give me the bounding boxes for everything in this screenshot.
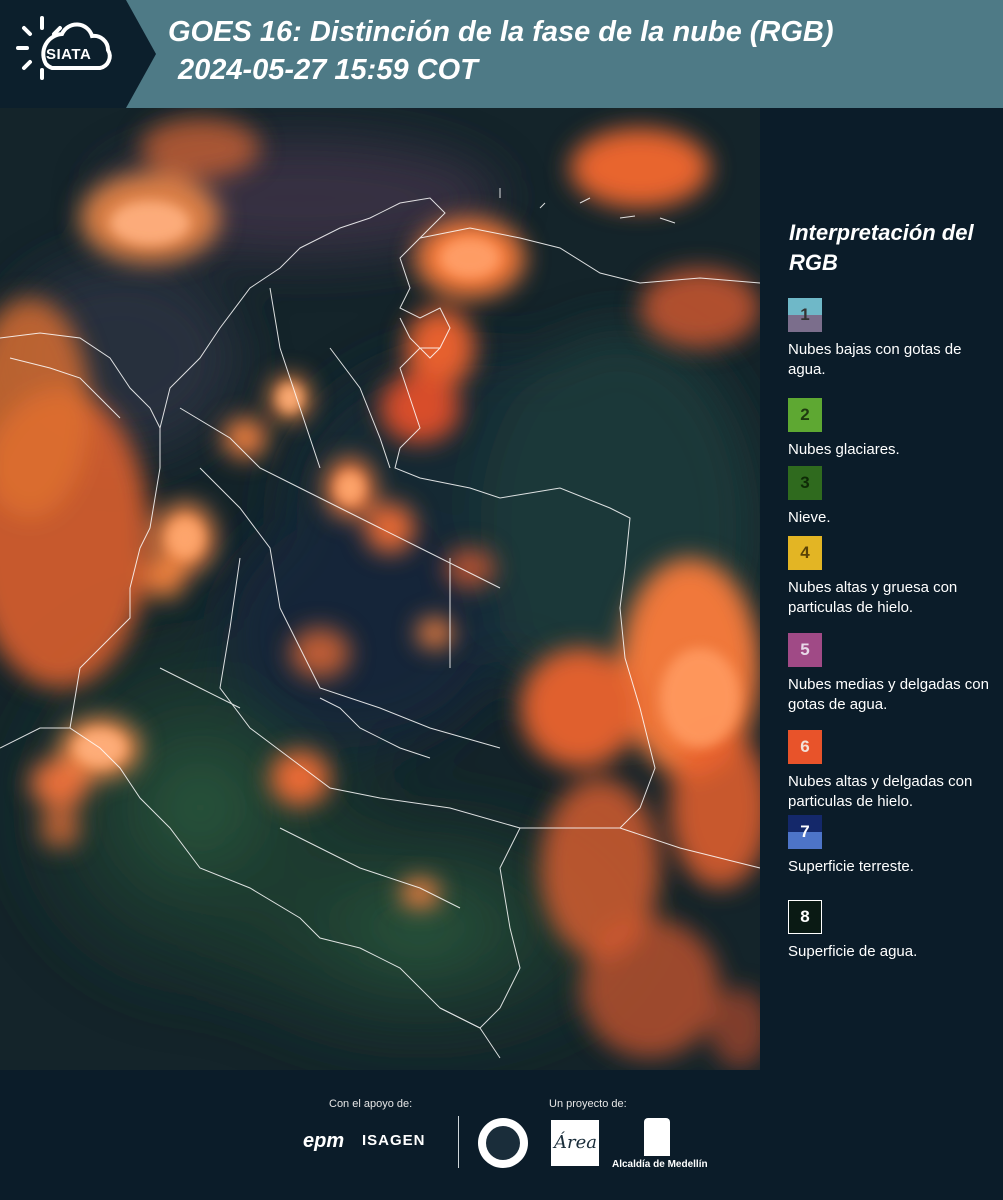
legend-label: Nubes medias y delgadas con gotas de agu…: [788, 676, 989, 713]
legend-item: 4 Nubes altas y gruesa con particulas de …: [788, 536, 998, 618]
legend-label: Superficie de agua.: [788, 943, 918, 960]
legend-item: 8 Superficie de agua.: [788, 900, 998, 962]
legend-swatch: 8: [788, 900, 822, 934]
legend-number: 3: [800, 473, 810, 492]
siata-logo-text: SIATA: [46, 46, 92, 63]
legend-item: 2 Nubes glaciares.: [788, 398, 998, 460]
page-title: GOES 16: Distinción de la fase de la nub…: [168, 16, 834, 48]
epm-logo: epm: [303, 1130, 345, 1152]
legend-swatch: 5: [788, 633, 822, 667]
legend-number: 7: [800, 822, 810, 841]
legend-item: 6 Nubes altas y delgadas con particulas d…: [788, 730, 998, 812]
legend-item: 3 Nieve.: [788, 466, 998, 528]
legend-label: Nubes altas y delgadas con particulas de…: [788, 773, 973, 810]
legend-panel: Interpretación del RGB 1 Nubes bajas con …: [760, 108, 1003, 1070]
support-caption: Con el apoyo de:: [329, 1098, 413, 1110]
alcaldia-logo-text: Alcaldía de Medellín: [612, 1159, 708, 1170]
header-bar: SIATA GOES 16: Distinción de la fase de …: [0, 0, 1003, 108]
legend-number: 5: [800, 640, 810, 659]
legend-swatch: 1: [788, 298, 822, 332]
legend-swatch: 3: [788, 466, 822, 500]
legend-swatch: 6: [788, 730, 822, 764]
page-timestamp: 2024-05-27 15:59 COT: [178, 54, 478, 86]
project-caption: Un proyecto de:: [549, 1098, 627, 1110]
legend-item: 1 Nubes bajas con gotas de agua.: [788, 298, 998, 380]
legend-label: Superficie terreste.: [788, 858, 914, 875]
alcaldia-shield-icon: [644, 1118, 670, 1156]
legend-label: Nubes altas y gruesa con particulas de h…: [788, 579, 958, 616]
area-logo-text: Área: [554, 1132, 597, 1153]
legend-swatch: 7: [788, 815, 822, 849]
logo-arrow: [126, 0, 156, 108]
university-seal-logo: [478, 1118, 528, 1168]
legend-number: 6: [800, 737, 810, 756]
legend-number: 2: [800, 405, 810, 424]
legend-number: 4: [800, 543, 810, 562]
legend-item: 7 Superficie terreste.: [788, 815, 998, 877]
legend-label: Nubes bajas con gotas de agua.: [788, 341, 962, 378]
footer: Con el apoyo de: Un proyecto de: epm ISA…: [0, 1070, 1003, 1200]
legend-item: 5 Nubes medias y delgadas con gotas de ag…: [788, 633, 998, 715]
legend-swatch: 2: [788, 398, 822, 432]
footer-divider: [458, 1116, 459, 1168]
legend-label: Nieve.: [788, 509, 831, 526]
satellite-map: [0, 108, 760, 1070]
legend-label: Nubes glaciares.: [788, 441, 900, 458]
legend-number: 8: [800, 907, 810, 926]
legend-number: 1: [800, 305, 810, 324]
isagen-logo: ISAGEN: [362, 1132, 426, 1149]
rgb-satellite-image: [0, 108, 760, 1070]
legend-title: Interpretación del RGB: [789, 220, 974, 275]
siata-logo: SIATA: [0, 0, 126, 108]
legend-swatch: 4: [788, 536, 822, 570]
